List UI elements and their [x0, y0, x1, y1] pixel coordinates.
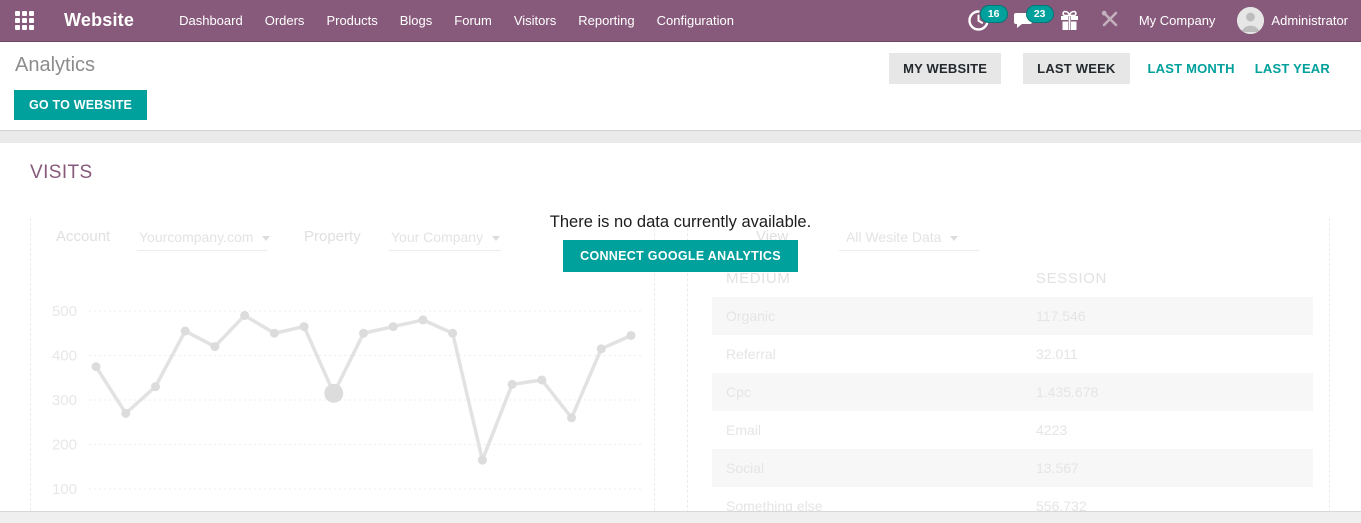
data-point — [537, 375, 546, 384]
last-month-button[interactable]: LAST MONTH — [1138, 53, 1245, 84]
activity-count-badge[interactable]: 16 — [980, 5, 1008, 24]
main-menu: Dashboard Orders Products Blogs Forum Vi… — [168, 0, 745, 42]
session-cell: 556.732 — [1036, 498, 1087, 511]
empty-state-overlay: There is no data currently available. CO… — [0, 213, 1361, 272]
data-point — [121, 409, 130, 418]
nav-item-blogs[interactable]: Blogs — [389, 0, 444, 42]
apps-grid-glyph — [15, 11, 34, 30]
medium-cell: Social — [726, 460, 764, 476]
table-row: Social 13.567 — [712, 449, 1313, 487]
my-website-button[interactable]: MY WEBSITE — [889, 53, 1001, 84]
apps-grid-icon[interactable] — [4, 0, 44, 42]
table-row: Email 4223 — [712, 411, 1313, 449]
no-data-message: There is no data currently available. — [0, 213, 1361, 232]
y-axis-tick-label: 100 — [52, 481, 77, 498]
app-brand-title[interactable]: Website — [64, 10, 134, 31]
nav-item-reporting[interactable]: Reporting — [567, 0, 645, 42]
table-row: Referral 32.011 — [712, 335, 1313, 373]
analytics-dashboard-page: Website Dashboard Orders Products Blogs … — [0, 0, 1361, 523]
visits-section: VISITS Account Yourcompany.com Property … — [0, 143, 1361, 511]
y-axis-tick-label: 300 — [52, 392, 77, 409]
y-axis-tick-label: 500 — [52, 303, 77, 320]
message-count-badge[interactable]: 23 — [1026, 5, 1054, 24]
medium-cell: Organic — [726, 308, 775, 324]
data-point — [151, 382, 160, 391]
data-point — [240, 311, 249, 320]
table-row: Something else 556.732 — [712, 487, 1313, 511]
data-point — [508, 380, 517, 389]
last-week-button[interactable]: LAST WEEK — [1023, 53, 1129, 84]
control-panel: Analytics GO TO WEBSITE MY WEBSITE LAST … — [0, 42, 1361, 130]
top-navbar: Website Dashboard Orders Products Blogs … — [0, 0, 1361, 42]
session-cell: 13.567 — [1036, 460, 1079, 476]
y-axis-tick-label: 400 — [52, 348, 77, 365]
go-to-website-button[interactable]: GO TO WEBSITE — [14, 90, 147, 120]
gift-glyph — [1060, 10, 1079, 31]
data-point — [324, 384, 343, 403]
tools-wrench-icon[interactable] — [1101, 10, 1119, 32]
wrench-glyph — [1101, 10, 1119, 28]
nav-item-configuration[interactable]: Configuration — [646, 0, 745, 42]
data-point — [478, 456, 487, 465]
data-point — [627, 331, 636, 340]
medium-cell: Email — [726, 422, 761, 438]
company-switcher[interactable]: My Company — [1139, 13, 1216, 28]
systray: 16 23 — [968, 0, 1361, 42]
data-point — [567, 413, 576, 422]
header-divider-strip — [0, 130, 1361, 143]
data-point — [210, 342, 219, 351]
medium-cell: Referral — [726, 346, 776, 362]
data-point — [359, 329, 368, 338]
session-cell: 4223 — [1036, 422, 1067, 438]
user-menu[interactable]: Administrator — [1271, 13, 1348, 28]
messages-icon[interactable]: 23 — [1014, 10, 1036, 32]
data-point — [270, 329, 279, 338]
session-cell: 117.546 — [1036, 308, 1086, 324]
data-point — [300, 322, 309, 331]
ghost-table-body: Organic 117.546 Referral 32.011 Cpc 1.43… — [712, 297, 1313, 511]
medium-cell: Cpc — [726, 384, 751, 400]
y-axis-tick-label: 200 — [52, 437, 77, 454]
range-controls: MY WEBSITE LAST WEEK LAST MONTH LAST YEA… — [889, 53, 1340, 84]
medium-cell: Something else — [726, 498, 823, 511]
visits-line-chart: 100 200 300 400 500 — [31, 288, 656, 511]
data-point — [597, 344, 606, 353]
avatar-silhouette — [1237, 7, 1264, 34]
nav-item-forum[interactable]: Forum — [443, 0, 503, 42]
nav-item-products[interactable]: Products — [315, 0, 388, 42]
gift-icon[interactable] — [1060, 10, 1079, 32]
connect-google-analytics-button[interactable]: CONNECT GOOGLE ANALYTICS — [563, 240, 798, 272]
data-point — [389, 322, 398, 331]
ghost-table-header-medium: MEDIUM — [726, 270, 790, 287]
page-title: Analytics — [15, 54, 95, 77]
section-title: VISITS — [30, 162, 93, 184]
ghost-table-header-session: SESSION — [1036, 270, 1107, 287]
nav-item-visitors[interactable]: Visitors — [503, 0, 567, 42]
user-avatar[interactable] — [1237, 7, 1264, 34]
nav-item-orders[interactable]: Orders — [254, 0, 316, 42]
session-cell: 32.011 — [1036, 346, 1078, 362]
bottom-strip — [0, 511, 1361, 523]
nav-item-dashboard[interactable]: Dashboard — [168, 0, 254, 42]
data-point — [92, 362, 101, 371]
last-year-button[interactable]: LAST YEAR — [1245, 53, 1340, 84]
data-point — [181, 327, 190, 336]
table-row: Cpc 1.435.678 — [712, 373, 1313, 411]
session-cell: 1.435.678 — [1036, 384, 1098, 400]
data-point — [448, 329, 457, 338]
table-row: Organic 117.546 — [712, 297, 1313, 335]
data-point — [418, 315, 427, 324]
activities-clock-icon[interactable]: 16 — [968, 10, 990, 32]
